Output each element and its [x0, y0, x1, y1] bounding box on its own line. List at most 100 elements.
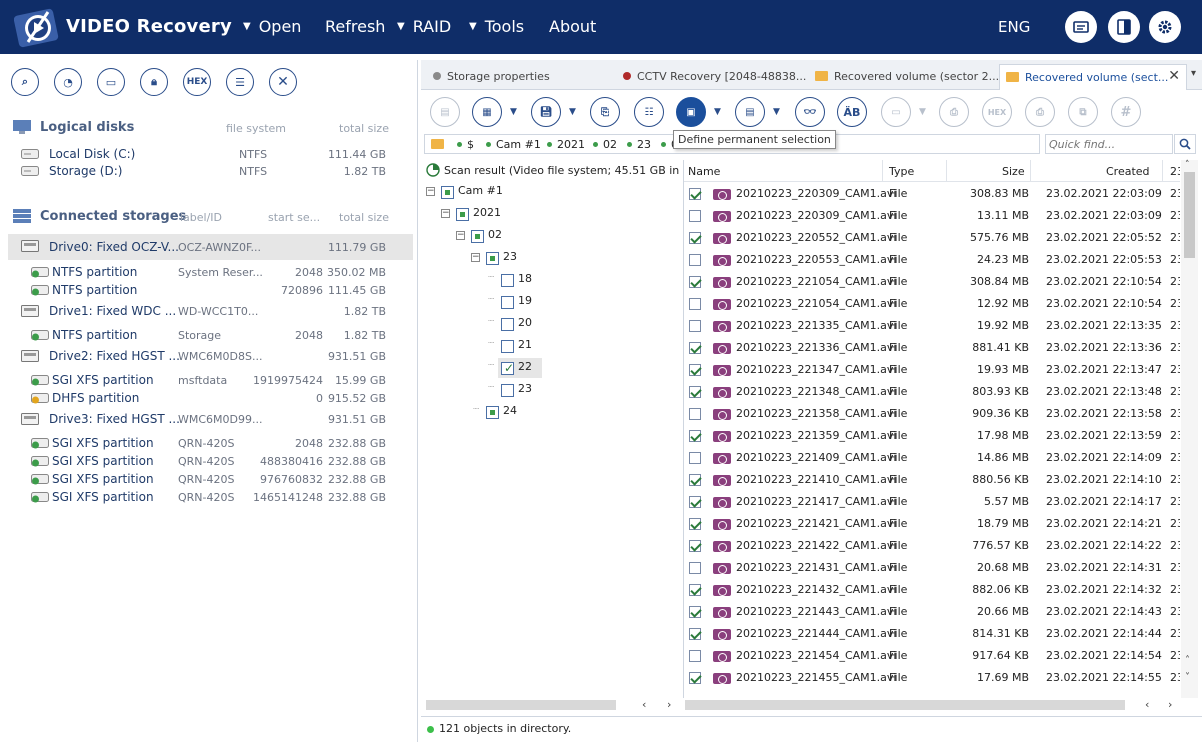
row-checkbox[interactable] — [689, 628, 701, 640]
scroll-right-icon[interactable]: › — [1168, 698, 1172, 711]
row-checkbox[interactable] — [689, 254, 701, 266]
tree-node[interactable]: ┈ ✓ 22 — [422, 358, 680, 378]
storage-drive-row[interactable]: Drive2: Fixed HGST ... WMC6M0D8S... 931.51… — [8, 347, 413, 365]
chevron-down-icon[interactable]: ▼ — [714, 107, 721, 117]
tab-recovered-volume-2[interactable]: Recovered volume (sect... ✕ — [999, 64, 1187, 90]
define-selection-button[interactable]: ▣ — [676, 97, 706, 127]
find-button[interactable]: 👓︎ — [795, 97, 825, 127]
scroll-thumb[interactable] — [685, 700, 1125, 710]
row-checkbox[interactable] — [689, 562, 701, 574]
row-checkbox[interactable] — [689, 496, 701, 508]
storage-partition-row[interactable]: NTFS partition 720896 111.45 GB — [8, 281, 413, 299]
scan-result-node[interactable]: Scan result (Video file system; 45.51 GB… — [426, 163, 680, 177]
view-mode-button[interactable]: ▦ — [472, 97, 502, 127]
row-checkbox[interactable] — [689, 298, 701, 310]
tree-checkbox[interactable] — [501, 384, 514, 397]
row-checkbox[interactable] — [689, 364, 701, 376]
tree-view-button[interactable]: ▤ — [430, 97, 460, 127]
tree-node[interactable]: ┈ 24 — [422, 403, 680, 421]
table-row[interactable]: 20210223_221336_CAM1.avi File 881.41 KB 23.… — [684, 337, 1180, 359]
tree-horizontal-scrollbar[interactable]: ‹ › — [426, 698, 678, 712]
panels-button[interactable] — [1108, 11, 1140, 43]
tree-checkbox[interactable] — [501, 274, 514, 287]
table-row[interactable]: 20210223_221431_CAM1.avi File 20.68 MB 23.0… — [684, 557, 1180, 579]
tab-cctv-recovery[interactable]: CCTV Recovery [2048-48838... — [623, 64, 806, 90]
scroll-thumb[interactable] — [1184, 172, 1195, 258]
tree-node[interactable]: ┈ 20 — [422, 315, 680, 333]
storage-drive-row[interactable]: Drive1: Fixed WDC ... WD-WCC1T0... 1.82 TB — [8, 302, 413, 320]
row-checkbox[interactable] — [689, 430, 701, 442]
table-row[interactable]: 20210223_221054_CAM1.avi File 12.92 MB 23.0… — [684, 293, 1180, 315]
table-row[interactable]: 20210223_221348_CAM1.avi File 803.93 KB 23.… — [684, 381, 1180, 403]
table-row[interactable]: 20210223_221443_CAM1.avi File 20.66 MB 23.0… — [684, 601, 1180, 623]
table-row[interactable]: 20210223_221417_CAM1.avi File 5.57 MB 23.02… — [684, 491, 1180, 513]
hash-button[interactable]: # — [1111, 97, 1141, 127]
tree-node[interactable]: ┈ 19 — [422, 293, 680, 311]
breadcrumb-item[interactable]: $ — [457, 138, 474, 151]
row-checkbox[interactable] — [689, 650, 701, 662]
logical-disk-c[interactable]: Local Disk (C:) NTFS 111.44 GB — [8, 145, 413, 163]
table-row[interactable]: 20210223_221455_CAM1.avi File 17.69 MB 23.0… — [684, 667, 1180, 689]
scan-button[interactable]: ◔ — [54, 68, 82, 96]
chevron-down-icon[interactable]: ▼ — [773, 107, 780, 117]
row-checkbox[interactable] — [689, 584, 701, 596]
col-created[interactable]: Created — [1106, 165, 1150, 178]
table-row[interactable]: 20210223_221454_CAM1.avi File 917.64 KB 23.… — [684, 645, 1180, 667]
tree-node[interactable]: ┈ 23 — [422, 381, 680, 399]
export-button[interactable]: ⎘ — [590, 97, 620, 127]
case-button[interactable]: ÄB — [837, 97, 867, 127]
hex-view-button[interactable]: HEX — [982, 97, 1012, 127]
device-button[interactable]: ▭ — [97, 68, 125, 96]
scroll-left-icon[interactable]: ‹ — [1145, 698, 1149, 711]
preview-button[interactable]: ▭ — [881, 97, 911, 127]
breadcrumb-item[interactable]: 2021 — [547, 138, 585, 151]
table-row[interactable]: 20210223_220552_CAM1.avi File 575.76 MB 23.… — [684, 227, 1180, 249]
search-button[interactable]: ⌕ — [11, 68, 39, 96]
row-checkbox[interactable] — [689, 540, 701, 552]
chevron-down-icon[interactable]: ▼ — [919, 107, 926, 117]
quick-find-button[interactable] — [1174, 134, 1196, 154]
table-row[interactable]: 20210223_221054_CAM1.avi File 308.84 MB 23.… — [684, 271, 1180, 293]
checklist-button[interactable]: ☷ — [634, 97, 664, 127]
tree-node[interactable]: −2021 — [422, 205, 680, 223]
row-checkbox[interactable] — [689, 276, 701, 288]
tree-checkbox[interactable] — [456, 208, 469, 221]
row-checkbox[interactable] — [689, 672, 701, 684]
breadcrumb-item[interactable]: 23 — [627, 138, 651, 151]
tab-list-chevron-icon[interactable]: ▾ — [1191, 68, 1196, 79]
tree-node[interactable]: − Cam #1 — [422, 183, 680, 201]
settings-button[interactable] — [1149, 11, 1181, 43]
table-row[interactable]: 20210223_220553_CAM1.avi File 24.23 MB 23.0… — [684, 249, 1180, 271]
language-selector[interactable]: ENG — [998, 18, 1030, 36]
lock-button[interactable]: 🔒︎ — [140, 68, 168, 96]
storage-partition-row[interactable]: DHFS partition 0 915.52 GB — [8, 389, 413, 407]
table-row[interactable]: 20210223_221444_CAM1.avi File 814.31 KB 23.… — [684, 623, 1180, 645]
table-row[interactable]: 20210223_220309_CAM1.avi File 13.11 MB 23.0… — [684, 205, 1180, 227]
table-row[interactable]: 20210223_221347_CAM1.avi File 19.93 MB 23.0… — [684, 359, 1180, 381]
storage-drive-row[interactable]: Drive0: Fixed OCZ-V... OCZ-AWNZ0F... 111.7… — [8, 234, 413, 260]
hex-button[interactable]: HEX — [183, 68, 211, 96]
storage-partition-row[interactable]: SGI XFS partition QRN-420S 488380416 232.88… — [8, 452, 413, 470]
col-extra[interactable]: 23 — [1170, 165, 1180, 178]
breadcrumb-item[interactable]: 02 — [593, 138, 617, 151]
save-button[interactable]: 💾︎ — [531, 97, 561, 127]
tree-collapse-icon[interactable]: − — [471, 253, 480, 262]
menu-raid[interactable]: ▼ RAID — [397, 17, 451, 36]
storage-partition-row[interactable]: SGI XFS partition QRN-420S 1465141248 232.8… — [8, 488, 413, 506]
row-checkbox[interactable] — [689, 188, 701, 200]
row-checkbox[interactable] — [689, 518, 701, 530]
row-checkbox[interactable] — [689, 606, 701, 618]
scroll-right-icon[interactable]: › — [667, 698, 671, 711]
scroll-left-icon[interactable]: ‹ — [642, 698, 646, 711]
tab-close-icon[interactable]: ✕ — [1168, 68, 1180, 84]
storage-partition-row[interactable]: SGI XFS partition QRN-420S 2048 232.88 GB — [8, 434, 413, 452]
details-button[interactable]: ▤ — [735, 97, 765, 127]
col-name[interactable]: Name — [688, 165, 720, 178]
tree-checkbox[interactable] — [486, 252, 499, 265]
row-checkbox[interactable] — [689, 452, 701, 464]
menu-open[interactable]: ▼ Open — [243, 17, 301, 36]
table-row[interactable]: 20210223_221422_CAM1.avi File 776.57 KB 23.… — [684, 535, 1180, 557]
table-row[interactable]: 20210223_221359_CAM1.avi File 17.98 MB 23.0… — [684, 425, 1180, 447]
row-checkbox[interactable] — [689, 342, 701, 354]
close-button[interactable]: ✕ — [269, 68, 297, 96]
